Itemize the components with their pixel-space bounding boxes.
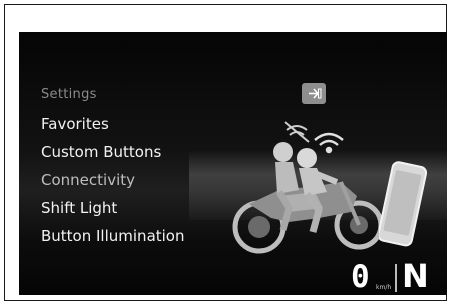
exit-button[interactable] <box>302 83 326 104</box>
wifi-signal-icon <box>314 132 344 154</box>
menu-item-connectivity[interactable]: Connectivity <box>41 166 241 194</box>
menu-item-shift-light[interactable]: Shift Light <box>41 194 241 222</box>
menu-item-button-illumination[interactable]: Button Illumination <box>41 222 241 250</box>
speed-value: 0 <box>351 259 370 295</box>
smartphone-icon <box>379 161 427 247</box>
menu-item-custom-buttons[interactable]: Custom Buttons <box>41 138 241 166</box>
gear-indicator: N <box>402 257 429 295</box>
speed-unit: km/h <box>376 284 392 291</box>
menu-item-favorites[interactable]: Favorites <box>41 110 241 138</box>
settings-menu: Settings Favorites Custom Buttons Connec… <box>41 86 241 250</box>
menu-header: Settings <box>41 87 97 102</box>
exit-arrow-icon <box>309 88 322 99</box>
gear-divider <box>395 264 397 292</box>
wifi-off-icon <box>284 121 310 143</box>
dashboard-screen: Settings Favorites Custom Buttons Connec… <box>19 32 447 295</box>
outer-frame: Settings Favorites Custom Buttons Connec… <box>4 4 447 301</box>
motorcycle-riders-icon <box>232 121 384 254</box>
